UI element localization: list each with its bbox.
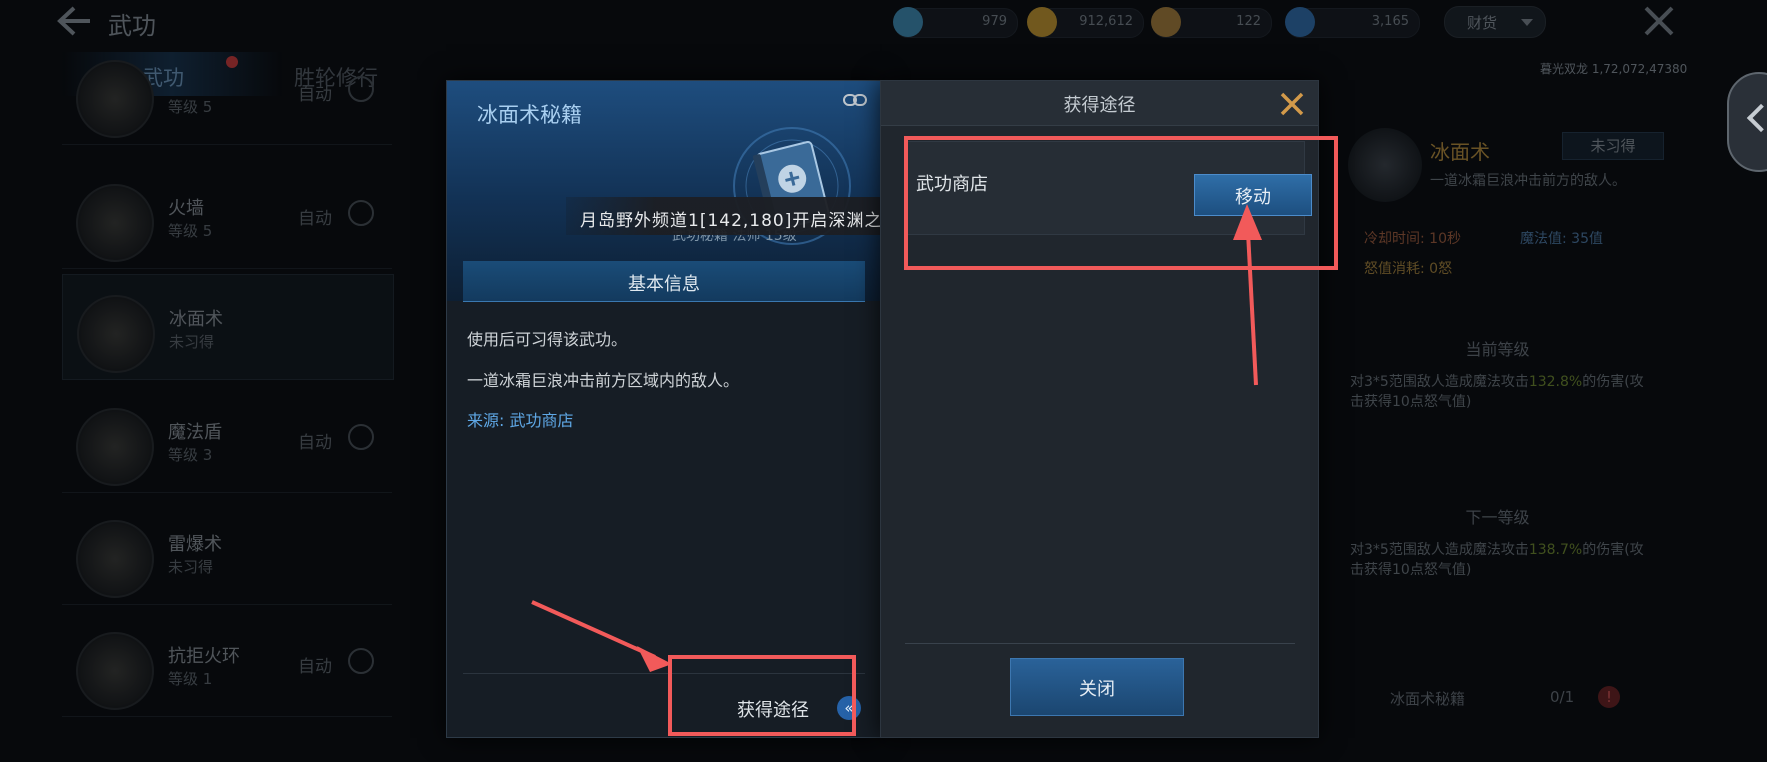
skill-icon xyxy=(76,632,154,710)
skill-row[interactable]: 抗拒火环 等级 1 自动 xyxy=(62,612,392,717)
next-level-title: 下一等级 xyxy=(1465,508,1530,527)
skill-level: 未习得 xyxy=(169,333,215,351)
skill-icon xyxy=(76,408,154,486)
skill-row[interactable]: 魔法盾 等级 3 自动 xyxy=(62,388,392,493)
mana-stat: 魔法值: 35值 xyxy=(1520,231,1603,247)
skill-icon xyxy=(76,60,154,138)
auto-checkbox[interactable] xyxy=(348,200,374,226)
item-description-line: 使用后可习得该武功。 xyxy=(467,330,628,349)
cooldown-stat: 冷却时间: 10秒 xyxy=(1364,231,1461,247)
item-detail-dialog: 冰面术秘籍 武功秘籍 法师 15级 基本信息 使用后可习得该武功。 一道冰霜巨浪… xyxy=(446,80,882,738)
blue-orb-icon xyxy=(1285,7,1315,37)
skill-description: 一道冰霜巨浪冲击前方的敌人。 xyxy=(1430,173,1626,189)
currency-feather: 979 xyxy=(893,7,1018,38)
feather-icon xyxy=(893,7,923,37)
currency-value: 912,612 xyxy=(1079,14,1133,29)
skill-row[interactable]: 等级 5 自动 xyxy=(62,40,392,145)
skill-row[interactable]: 雷爆术 未习得 xyxy=(62,500,392,605)
skill-name: 火墙 xyxy=(168,198,204,219)
skill-list: 等级 5 自动 火墙 等级 5 自动 冰面术 未习得 魔法盾 等级 3 自动 雷… xyxy=(62,60,394,762)
close-icon[interactable] xyxy=(1642,4,1676,38)
skill-name: 抗拒火环 xyxy=(168,646,240,667)
dropdown-label: 财货 xyxy=(1467,14,1498,32)
currency-gold-bar: 122 xyxy=(1151,7,1272,38)
acquire-title: 获得途径 xyxy=(1063,95,1136,116)
currency-filter-dropdown[interactable]: 财货 xyxy=(1444,6,1546,38)
skill-icon xyxy=(77,295,155,373)
tooltip-text: 月岛野外频道1[142,180]开启深渊之门 xyxy=(580,211,901,231)
item-description-line: 一道冰霜巨浪冲击前方区域内的敌人。 xyxy=(467,371,740,390)
current-level-effect: 对3*5范围敌人造成魔法攻击132.8%的伤害(攻击获得10点怒气值) xyxy=(1350,372,1650,412)
server-info: 暮光双龙 1,72,072,47380 xyxy=(1540,62,1688,76)
skill-icon xyxy=(76,184,154,262)
skill-book-count: 0/1 xyxy=(1550,688,1575,706)
next-level-effect: 对3*5范围敌人造成魔法攻击138.7%的伤害(攻击获得10点怒气值) xyxy=(1350,540,1650,580)
item-source: 来源: 武功商店 xyxy=(467,411,574,430)
alert-icon: ! xyxy=(1598,686,1620,708)
skill-book-label: 冰面术秘籍 xyxy=(1390,690,1466,708)
page-title: 武功 xyxy=(108,12,156,40)
skill-level: 等级 3 xyxy=(168,446,213,464)
effect-percent: 138.7% xyxy=(1528,542,1583,558)
currency-orb: 3,165 xyxy=(1285,7,1420,38)
current-level-title: 当前等级 xyxy=(1465,340,1530,359)
gold-bar-icon xyxy=(1151,7,1181,37)
currency-value: 979 xyxy=(982,14,1007,29)
effect-percent: 132.8% xyxy=(1528,374,1583,390)
basic-info-tab[interactable]: 基本信息 xyxy=(463,261,865,302)
item-title: 冰面术秘籍 xyxy=(477,103,582,127)
side-panel-toggle[interactable] xyxy=(1727,72,1767,172)
divider xyxy=(905,643,1295,644)
rage-stat: 怒值消耗: 0怒 xyxy=(1364,261,1453,277)
highlight-box-acquire xyxy=(668,655,856,736)
skill-detail-name: 冰面术 xyxy=(1430,140,1490,164)
currency-value: 122 xyxy=(1236,14,1261,29)
link-icon[interactable] xyxy=(843,93,867,107)
close-icon[interactable] xyxy=(1277,89,1307,119)
back-arrow-icon[interactable] xyxy=(56,6,92,36)
skill-row[interactable]: 冰面术 未习得 xyxy=(62,274,394,380)
basic-info-label: 基本信息 xyxy=(628,274,700,295)
auto-checkbox[interactable] xyxy=(348,424,374,450)
currency-gold: 912,612 xyxy=(1027,7,1144,38)
chevron-down-icon xyxy=(1521,19,1533,26)
skill-level: 等级 1 xyxy=(168,670,213,688)
currency-value: 3,165 xyxy=(1371,14,1409,29)
close-button[interactable]: 关闭 xyxy=(1010,658,1184,716)
skill-auto-label: 自动 xyxy=(298,657,332,677)
acquire-header: 获得途径 xyxy=(881,81,1318,126)
skill-status-badge: 未习得 xyxy=(1562,132,1664,160)
top-bar: 武功 979 912,612 122 3,165 财货 xyxy=(0,0,1767,42)
effect-text: 对3*5范围敌人造成魔法攻击 xyxy=(1350,374,1529,390)
chevron-left-icon xyxy=(1746,103,1767,133)
skill-icon xyxy=(1348,128,1422,202)
skill-icon xyxy=(76,520,154,598)
auto-checkbox[interactable] xyxy=(348,648,374,674)
highlight-box-route xyxy=(904,136,1338,270)
skill-auto-label: 自动 xyxy=(298,433,332,453)
skill-level: 等级 5 xyxy=(168,98,213,116)
skill-auto-label: 自动 xyxy=(298,209,332,229)
skill-name: 冰面术 xyxy=(169,309,223,330)
skill-detail-panel: 冰面术 未习得 一道冰霜巨浪冲击前方的敌人。 冷却时间: 10秒 魔法值: 35… xyxy=(1330,110,1665,762)
skill-auto-label: 自动 xyxy=(298,85,332,105)
skill-level: 等级 5 xyxy=(168,222,213,240)
skill-name: 魔法盾 xyxy=(168,422,222,443)
skill-name: 雷爆术 xyxy=(168,534,222,555)
gold-coins-icon xyxy=(1027,7,1057,37)
auto-checkbox[interactable] xyxy=(348,76,374,102)
skill-level: 未习得 xyxy=(168,558,214,576)
skill-row[interactable]: 火墙 等级 5 自动 xyxy=(62,164,392,269)
item-header: 冰面术秘籍 武功秘籍 法师 15级 基本信息 xyxy=(447,81,881,302)
close-button-label: 关闭 xyxy=(1079,679,1115,700)
effect-text: 对3*5范围敌人造成魔法攻击 xyxy=(1350,542,1529,558)
